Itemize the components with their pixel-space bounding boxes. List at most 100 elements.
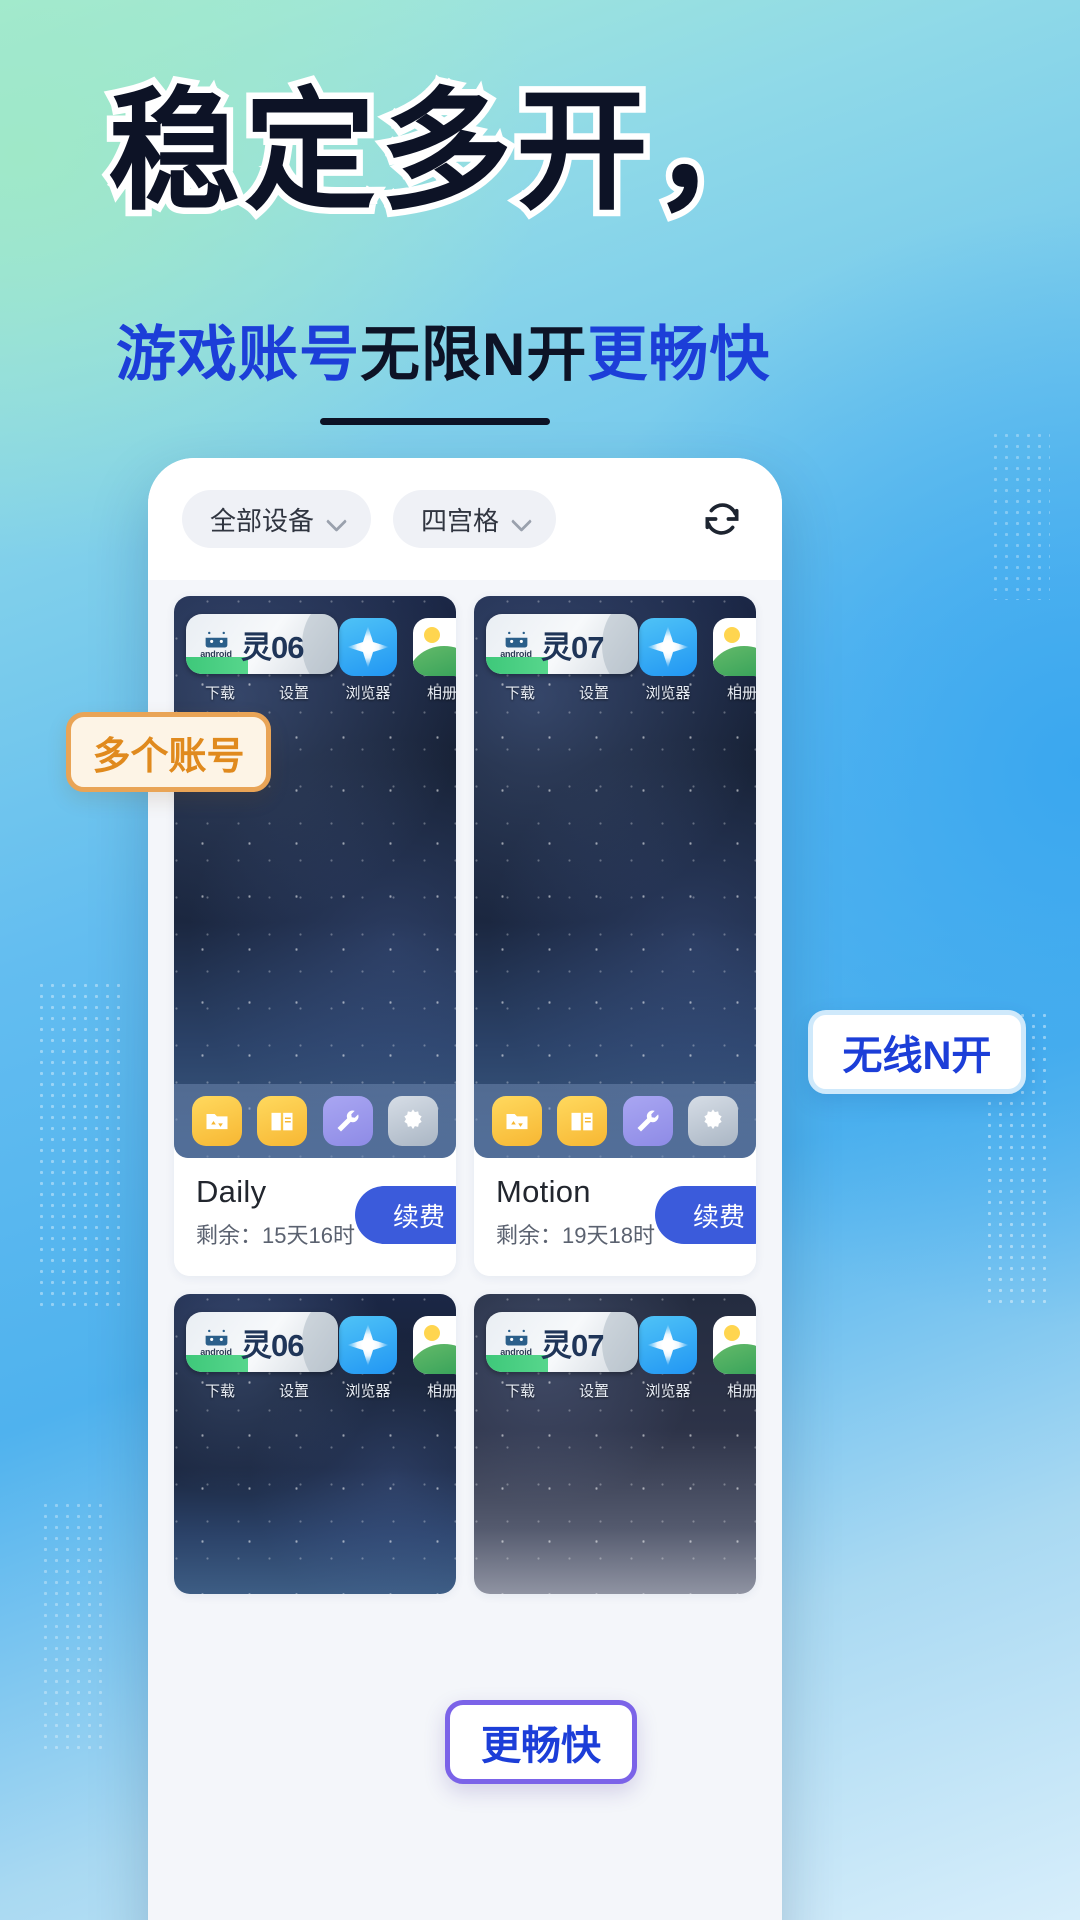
app-label: 下载	[504, 685, 535, 702]
app-slot[interactable]: 相册	[708, 1316, 756, 1401]
callout-smoother: 更畅快	[445, 1700, 637, 1784]
android-robot-icon: android	[493, 629, 539, 659]
app-label: 相册	[726, 1383, 756, 1400]
android-instance-badge: android 灵06	[186, 614, 338, 674]
android-instance-badge: android 灵07	[486, 614, 638, 674]
device-preview-screen: 下载 设置 浏览器 相	[174, 1294, 456, 1594]
device-filter-label: 全部设备	[210, 505, 315, 536]
app-slot[interactable]: 浏览器	[334, 1316, 402, 1401]
album-icon	[413, 1316, 456, 1374]
app-label: 下载	[204, 685, 235, 702]
device-dock	[174, 1084, 456, 1158]
android-robot-icon: android	[493, 1327, 539, 1357]
device-name: Motion	[496, 1174, 591, 1209]
instance-label: 灵07	[541, 629, 604, 665]
layout-filter-label: 四宫格	[421, 505, 500, 536]
device-preview-screen: 下载 设置 浏览器 相	[474, 1294, 756, 1594]
badge-accent-bar	[486, 1355, 548, 1372]
android-robot-icon: android	[193, 629, 239, 659]
app-slot[interactable]: 浏览器	[334, 618, 402, 703]
badge-accent-bar	[486, 657, 548, 674]
app-slot[interactable]: 相册	[708, 618, 756, 703]
browser-icon	[639, 618, 697, 676]
app-slot[interactable]: 浏览器	[634, 1316, 702, 1401]
chevron-down-icon	[328, 514, 347, 525]
wrench-icon	[622, 1096, 673, 1146]
app-label: 设置	[578, 685, 609, 702]
device-card-footer: Daily 剩余：15天16时 续费	[174, 1158, 456, 1276]
device-card[interactable]: 下载 设置 浏览器 相	[174, 596, 456, 1276]
app-label: 相册	[426, 685, 456, 702]
instance-label: 灵07	[541, 1327, 604, 1363]
app-label: 下载	[504, 1383, 535, 1400]
album-icon	[713, 618, 756, 676]
device-remaining-time: 剩余：15天16时	[196, 1222, 355, 1248]
badge-accent-bar	[186, 657, 248, 674]
device-preview-screen: 下载 设置 浏览器 相	[174, 596, 456, 1158]
instance-label: 灵06	[241, 1327, 304, 1363]
device-info: Daily 剩余：15天16时	[196, 1174, 355, 1250]
android-instance-badge: android 灵06	[186, 1312, 338, 1372]
hero-headline: 稳定多开，	[102, 78, 791, 225]
badge-accent-bar	[186, 1355, 248, 1372]
app-slot[interactable]: 相册	[408, 1316, 456, 1401]
decorative-dots-left	[36, 980, 122, 1310]
android-robot-icon: android	[193, 1327, 239, 1357]
callout-multi-account: 多个账号	[66, 712, 271, 792]
device-dock	[474, 1084, 756, 1158]
hero-divider	[320, 418, 550, 425]
album-icon	[713, 1316, 756, 1374]
device-card-footer: Motion 剩余：19天18时 续费	[474, 1158, 756, 1276]
device-name: Daily	[196, 1174, 267, 1209]
app-slot[interactable]: 浏览器	[634, 618, 702, 703]
device-remaining-time: 剩余：19天18时	[496, 1222, 655, 1248]
refresh-button[interactable]	[696, 493, 748, 545]
app-label: 设置	[278, 685, 309, 702]
device-card[interactable]: 下载 设置 浏览器 相	[174, 1294, 456, 1594]
callout-unlimited-n: 无线N开	[808, 1010, 1026, 1094]
layout-filter-dropdown[interactable]: 四宫格	[393, 490, 557, 548]
app-label: 设置	[278, 1383, 309, 1400]
app-label: 相册	[726, 685, 756, 702]
app-label: 浏览器	[345, 1383, 391, 1400]
browser-icon	[339, 618, 397, 676]
browser-icon	[339, 1316, 397, 1374]
app-label: 相册	[426, 1383, 456, 1400]
promo-page: 稳定多开， 游戏账号无限N开更畅快 全部设备 四宫格 下载 设置 浏览器 相册 …	[0, 0, 1080, 1920]
subline-part-blue-1: 游戏账号	[116, 321, 360, 388]
app-label: 浏览器	[645, 1383, 691, 1400]
decorative-dots-top-right	[990, 430, 1050, 600]
android-brand-text: android	[500, 649, 532, 659]
app-slot[interactable]: 相册	[408, 618, 456, 703]
renew-button[interactable]: 续费	[354, 1186, 456, 1244]
renew-button[interactable]: 续费	[654, 1186, 756, 1244]
android-brand-text: android	[500, 1347, 532, 1357]
decorative-dots-bottom-left	[40, 1500, 110, 1750]
app-label: 浏览器	[645, 685, 691, 702]
file-transfer-icon	[491, 1096, 542, 1146]
hero-subline: 游戏账号无限N开更畅快	[116, 325, 770, 385]
book-icon	[557, 1096, 608, 1146]
android-brand-text: android	[200, 649, 232, 659]
device-card[interactable]: 下载 设置 浏览器 相	[474, 1294, 756, 1594]
chevron-down-icon	[513, 514, 532, 525]
device-info: Motion 剩余：19天18时	[496, 1174, 655, 1250]
app-label: 设置	[578, 1383, 609, 1400]
app-label: 浏览器	[345, 685, 391, 702]
device-filter-dropdown[interactable]: 全部设备	[182, 490, 372, 548]
book-icon	[257, 1096, 308, 1146]
wrench-icon	[322, 1096, 373, 1146]
app-toolbar: 全部设备 四宫格	[148, 458, 782, 580]
subline-part-blue-2: 更畅快	[587, 321, 771, 388]
browser-icon	[639, 1316, 697, 1374]
android-brand-text: android	[200, 1347, 232, 1357]
instance-label: 灵06	[241, 629, 304, 665]
subline-part-black: 无限N开	[360, 321, 588, 388]
file-transfer-icon	[191, 1096, 242, 1146]
android-instance-badge: android 灵07	[486, 1312, 638, 1372]
app-label: 下载	[204, 1383, 235, 1400]
device-preview-screen: 下载 设置 浏览器 相	[474, 596, 756, 1158]
device-card[interactable]: 下载 设置 浏览器 相	[474, 596, 756, 1276]
gear-icon	[688, 1096, 739, 1146]
gear-icon	[388, 1096, 439, 1146]
